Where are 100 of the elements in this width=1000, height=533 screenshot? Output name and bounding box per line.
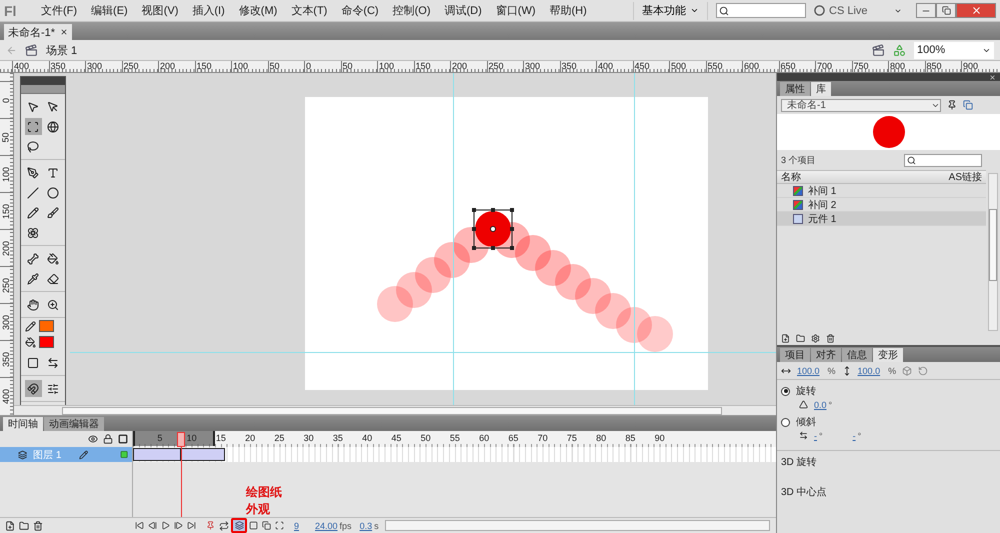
panel-tab[interactable]: 变形 xyxy=(873,348,903,362)
time-unit: s xyxy=(374,520,379,530)
menu-item[interactable]: 文本(T) xyxy=(284,3,334,18)
folder-icon[interactable] xyxy=(19,520,29,530)
clapperboard-icon[interactable] xyxy=(872,44,885,56)
frame-ruler[interactable]: 5 10 15 20 25 30 35 40 45 50 55 60 65 70 75 80 85 90 xyxy=(133,431,776,447)
ruler-number: 800 xyxy=(888,61,924,72)
panel-grip[interactable] xyxy=(21,85,65,94)
restore-button[interactable] xyxy=(936,3,956,18)
scale-value[interactable]: 100.0 xyxy=(858,366,880,376)
close-icon[interactable] xyxy=(989,74,996,80)
new-library-icon[interactable] xyxy=(963,100,973,110)
delete-icon[interactable] xyxy=(826,334,835,342)
menu-item[interactable]: 插入(I) xyxy=(185,3,232,18)
degree-unit: ° xyxy=(858,430,862,440)
first-frame-button[interactable] xyxy=(133,521,146,530)
radio-button[interactable] xyxy=(781,418,790,426)
zoom-dropdown[interactable]: 100% xyxy=(914,42,994,58)
angle-value[interactable]: - xyxy=(852,430,856,440)
tool-button[interactable] xyxy=(24,118,42,135)
menu-item[interactable]: 控制(O) xyxy=(386,3,438,18)
edit-multiple-frames-button[interactable] xyxy=(260,521,273,530)
menu-item[interactable]: 编辑(E) xyxy=(84,3,135,18)
library-item[interactable]: 元件 1 xyxy=(777,212,986,226)
ruler-number: 700 xyxy=(815,61,852,72)
panel-tab[interactable]: 库 xyxy=(811,82,831,96)
eye-icon[interactable] xyxy=(88,434,98,444)
timeline-scrollbar[interactable] xyxy=(384,520,770,531)
delete-icon[interactable] xyxy=(33,520,43,530)
search-field[interactable] xyxy=(716,3,806,18)
elapsed-time[interactable]: 0.3 xyxy=(360,520,372,530)
radio-button[interactable] xyxy=(781,386,790,396)
new-layer-icon[interactable] xyxy=(5,520,15,530)
angle-value[interactable]: 0.0 xyxy=(814,400,827,410)
menu-item[interactable]: 帮助(H) xyxy=(542,3,594,18)
workspace-dropdown[interactable]: 基本功能 xyxy=(633,2,708,20)
square-icon xyxy=(249,521,258,530)
frame-rate-unit: fps xyxy=(340,520,352,530)
scene-label[interactable]: 场景 1 xyxy=(46,42,78,58)
circle-icon xyxy=(47,186,59,198)
loop-button[interactable] xyxy=(217,520,231,530)
item-name: 补间 1 xyxy=(808,184,836,198)
onion-skin-range[interactable] xyxy=(133,431,215,446)
horizontal-scrollbar[interactable] xyxy=(14,405,776,415)
new-symbol-icon[interactable] xyxy=(781,334,790,342)
tool-button[interactable] xyxy=(24,380,42,397)
previous-frame-button[interactable] xyxy=(146,521,159,530)
vertical-scrollbar[interactable] xyxy=(988,173,998,331)
playhead-line[interactable] xyxy=(180,447,182,517)
reset-icon[interactable] xyxy=(918,366,928,376)
panel-tab[interactable]: 动画编辑器 xyxy=(44,417,104,431)
panel-tab[interactable]: 项目 xyxy=(780,348,810,362)
last-frame-button[interactable] xyxy=(185,521,198,530)
library-item[interactable]: 补间 1 xyxy=(777,184,986,198)
ruler-number: 150 xyxy=(2,203,11,219)
current-frame[interactable]: 9 xyxy=(294,520,300,530)
lock-icon[interactable] xyxy=(103,434,113,444)
settings-icon[interactable] xyxy=(811,334,820,342)
ruler-number: 100 xyxy=(231,61,268,72)
next-frame-button[interactable] xyxy=(172,521,185,530)
column-label: AS链接 xyxy=(948,170,982,184)
frame-number: 10 xyxy=(186,432,197,445)
panel-tab[interactable]: 对齐 xyxy=(811,348,841,362)
menu-item[interactable]: 视图(V) xyxy=(134,3,186,18)
column-header[interactable]: 名称 AS链接 xyxy=(777,170,986,184)
color-swatch[interactable] xyxy=(39,336,54,348)
menu-item[interactable]: 窗口(W) xyxy=(488,3,542,18)
panel-tab[interactable]: 时间轴 xyxy=(3,417,43,431)
ruler-number: 0 xyxy=(304,61,340,72)
panel-tab[interactable]: 属性 xyxy=(780,82,810,96)
square-icon[interactable] xyxy=(118,434,128,444)
menu-item[interactable]: 命令(C) xyxy=(334,3,386,18)
ruler-number: 350 xyxy=(2,351,11,367)
tween-span[interactable] xyxy=(181,448,225,461)
selected-circle-drawing[interactable] xyxy=(472,208,514,250)
pin-icon[interactable] xyxy=(947,100,957,110)
scale-value[interactable]: 100.0 xyxy=(797,366,820,376)
ruler-number: 250 xyxy=(122,61,158,72)
onion-outline-button[interactable] xyxy=(247,521,260,530)
menu-item[interactable]: 文件(F) xyxy=(34,3,84,18)
close-icon[interactable] xyxy=(60,28,68,36)
library-search-field[interactable] xyxy=(904,154,982,166)
zoom-icon xyxy=(47,298,59,310)
color-swatch[interactable] xyxy=(39,320,54,332)
library-dropdown[interactable]: 未命名-1 xyxy=(781,98,941,112)
angle-value[interactable]: - xyxy=(814,430,817,440)
hand-icon xyxy=(27,298,39,310)
folder-icon[interactable] xyxy=(796,334,805,342)
onion-markers-button[interactable] xyxy=(273,521,286,530)
frame-rate[interactable]: 24.00 xyxy=(315,520,338,530)
panel-tab[interactable]: 信息 xyxy=(842,348,872,362)
onion-skin-button[interactable] xyxy=(231,518,247,533)
document-tab[interactable]: 未命名-1* xyxy=(4,24,72,40)
library-item[interactable]: 补间 2 xyxy=(777,198,986,212)
degree-unit: ° xyxy=(828,400,832,410)
menu-item[interactable]: 调试(D) xyxy=(438,3,489,18)
cube-icon[interactable] xyxy=(902,366,912,376)
cs-live-button[interactable]: CS Live xyxy=(814,4,894,16)
tween-span[interactable] xyxy=(133,448,181,461)
menu-item[interactable]: 修改(M) xyxy=(232,3,284,18)
